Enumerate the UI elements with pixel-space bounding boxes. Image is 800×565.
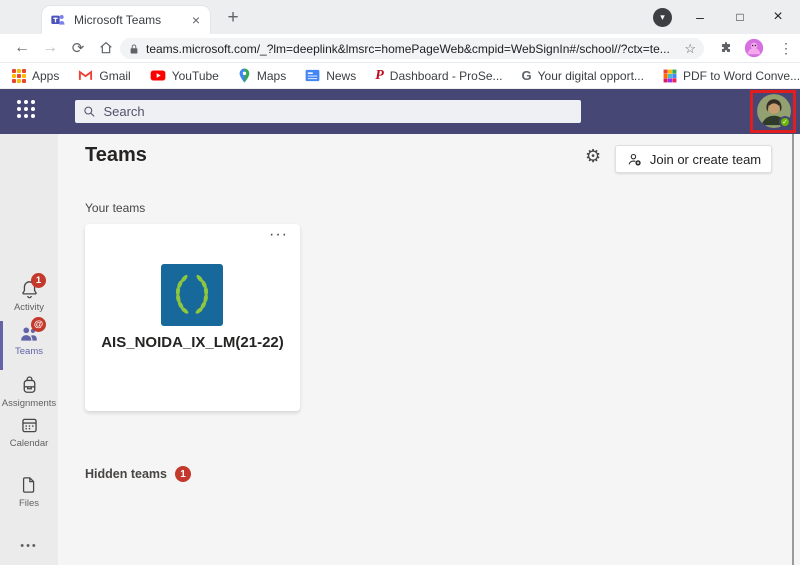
manage-teams-gear-icon[interactable]: ⚙ (585, 146, 601, 167)
youtube-icon (150, 69, 166, 82)
news-icon (305, 69, 320, 82)
sidebar-item-calendar[interactable]: Calendar (0, 415, 58, 449)
sidebar-item-teams[interactable]: @ Teams (0, 323, 58, 357)
extensions-button[interactable] (714, 36, 738, 60)
hidden-teams-label: Hidden teams (85, 467, 167, 481)
bookmark-apps[interactable]: Apps (12, 69, 59, 83)
waffle-menu-icon[interactable] (17, 100, 35, 118)
chrome-menu-button[interactable]: ⋮ (774, 36, 798, 60)
file-icon (19, 475, 39, 495)
your-teams-label: Your teams (85, 201, 145, 215)
tab-close-icon[interactable]: × (190, 12, 202, 28)
scrollbar[interactable] (792, 134, 794, 565)
forward-button[interactable]: → (38, 36, 62, 60)
pdf-converter-icon (663, 69, 677, 83)
calendar-icon (19, 415, 40, 436)
lock-icon[interactable] (128, 43, 140, 55)
team-card[interactable]: ··· (85, 224, 300, 411)
new-tab-button[interactable]: + (220, 5, 246, 31)
teams-mention-badge: @ (31, 317, 46, 332)
team-name: AIS_NOIDA_IX_LM(21-22) (85, 332, 300, 354)
bookmark-star-icon[interactable]: ☆ (684, 41, 696, 57)
bookmark-label: PDF to Word Conve... (683, 69, 800, 83)
red-annotation-box (750, 90, 796, 133)
bookmark-label: News (326, 69, 356, 83)
window-minimize-button[interactable]: – (686, 6, 714, 28)
bookmark-digital[interactable]: G Your digital opport... (522, 68, 644, 83)
pinterest-icon: P (375, 68, 384, 84)
team-logo-laurel (161, 264, 223, 326)
hidden-teams-badge: 1 (175, 466, 191, 482)
profile-avatar-icon (744, 38, 764, 58)
gmail-icon (78, 69, 93, 82)
address-bar[interactable]: teams.microsoft.com/_?lm=deeplink&lmsrc=… (120, 38, 704, 59)
backpack-icon (19, 375, 40, 396)
bookmark-label: Your digital opport... (538, 69, 644, 83)
bookmark-news[interactable]: News (305, 69, 356, 83)
browser-update-icon[interactable]: ▾ (653, 8, 672, 27)
home-icon (98, 40, 114, 56)
url-text[interactable]: teams.microsoft.com/_?lm=deeplink&lmsrc=… (146, 42, 684, 56)
tab-strip: Microsoft Teams × + ▾ – □ × (0, 0, 800, 34)
person-add-icon (626, 151, 643, 168)
browser-toolbar: ← → ⟳ teams.microsoft.com/_?lm=deeplink&… (0, 34, 800, 63)
search-icon (83, 105, 95, 118)
bookmark-pdf-converter[interactable]: PDF to Word Conve... (663, 69, 800, 83)
bookmark-dashboard[interactable]: P Dashboard - ProSe... (375, 68, 502, 84)
google-g-icon: G (522, 68, 532, 83)
reload-button[interactable]: ⟳ (66, 36, 90, 60)
teams-app-body: 1 Activity @ Teams (0, 134, 800, 565)
page-title: Teams (85, 144, 147, 167)
bookmark-label: YouTube (172, 69, 219, 83)
bookmarks-bar: Apps Gmail YouTube Maps (0, 63, 800, 89)
teams-main-panel: Teams ⚙ Join or create team Your teams ·… (58, 134, 800, 565)
apps-grid-icon (12, 69, 26, 83)
bookmark-label: Gmail (99, 69, 130, 83)
teams-favicon (50, 12, 66, 28)
hidden-teams-section[interactable]: Hidden teams 1 (85, 466, 191, 482)
team-card-menu-icon[interactable]: ··· (269, 226, 288, 244)
teams-search-box[interactable] (75, 100, 581, 123)
browser-tab[interactable]: Microsoft Teams × (42, 6, 210, 34)
tab-title: Microsoft Teams (74, 13, 190, 27)
puzzle-icon (718, 40, 734, 56)
activity-badge: 1 (31, 273, 46, 288)
home-button[interactable] (94, 36, 118, 60)
window-close-button[interactable]: × (764, 6, 792, 28)
chrome-profile-avatar[interactable] (742, 36, 766, 60)
bookmark-label: Dashboard - ProSe... (390, 69, 503, 83)
bookmark-label: Maps (257, 69, 286, 83)
back-button[interactable]: ← (10, 36, 34, 60)
sidebar-item-more[interactable]: ••• (0, 540, 58, 552)
sidebar-item-activity[interactable]: 1 Activity (0, 279, 58, 313)
bookmark-maps[interactable]: Maps (238, 68, 286, 83)
maps-pin-icon (238, 68, 251, 83)
window-maximize-button[interactable]: □ (726, 6, 754, 28)
join-button-label: Join or create team (650, 152, 761, 167)
search-input[interactable] (103, 104, 573, 119)
sidebar-item-files[interactable]: Files (0, 475, 58, 509)
ellipsis-icon: ••• (0, 540, 58, 552)
app-sidebar: 1 Activity @ Teams (0, 134, 58, 565)
join-or-create-team-button[interactable]: Join or create team (615, 145, 772, 173)
bookmark-label: Apps (32, 69, 59, 83)
teams-app-header (0, 89, 800, 134)
bookmark-youtube[interactable]: YouTube (150, 69, 219, 83)
bookmark-gmail[interactable]: Gmail (78, 69, 130, 83)
sidebar-item-assignments[interactable]: Assignments (0, 375, 58, 409)
browser-window: Microsoft Teams × + ▾ – □ × ← → ⟳ teams.… (0, 0, 800, 565)
